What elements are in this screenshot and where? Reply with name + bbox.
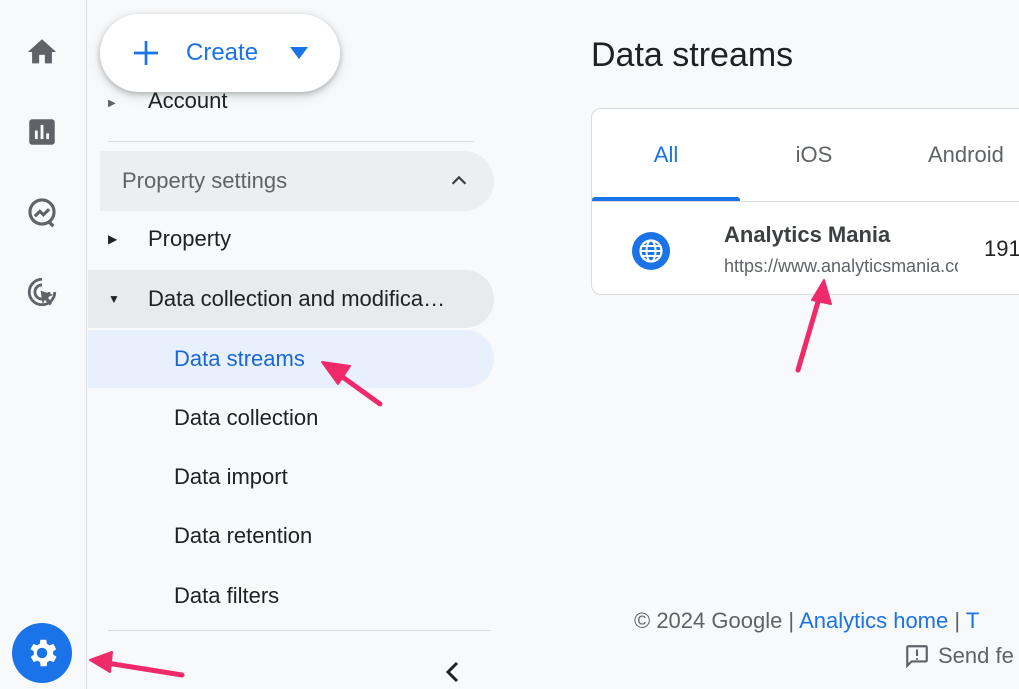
divider bbox=[108, 630, 491, 631]
property-settings-header[interactable]: Property settings bbox=[100, 151, 494, 211]
footer-separator: | bbox=[954, 608, 961, 633]
tab-ios[interactable]: iOS bbox=[740, 109, 888, 201]
active-tab-indicator bbox=[592, 197, 740, 201]
left-rail bbox=[0, 0, 87, 689]
nav-subitem-data-streams[interactable]: Data streams bbox=[88, 330, 494, 388]
chevron-down-icon bbox=[290, 47, 309, 59]
home-icon[interactable] bbox=[20, 30, 64, 74]
divider bbox=[108, 141, 474, 142]
nav-subitem-data-retention[interactable]: Data retention bbox=[88, 507, 494, 565]
create-label: Create bbox=[186, 39, 259, 66]
terms-link[interactable]: T bbox=[966, 608, 979, 633]
reports-icon[interactable] bbox=[20, 110, 64, 154]
stream-id: 191 bbox=[984, 236, 1019, 261]
stream-name: Analytics Mania bbox=[724, 222, 891, 247]
plus-icon bbox=[134, 41, 158, 65]
property-settings-label: Property settings bbox=[122, 168, 288, 193]
nav-item-label: Property bbox=[148, 226, 232, 251]
stream-row[interactable]: Analytics Mania https://www.analyticsman… bbox=[592, 202, 1019, 294]
explore-icon[interactable] bbox=[20, 190, 64, 234]
tab-all[interactable]: All bbox=[592, 109, 740, 201]
data-streams-card: All iOS Android Analytics Mania https://… bbox=[591, 108, 1019, 295]
nav-subitem-data-collection[interactable]: Data collection bbox=[88, 389, 494, 447]
copyright: © 2024 Google | bbox=[634, 608, 795, 633]
nav-item-data-collection-modification[interactable]: ▼ Data collection and modifica… bbox=[88, 270, 494, 328]
globe-icon bbox=[632, 232, 670, 270]
feedback-icon bbox=[906, 645, 928, 669]
advertising-icon[interactable] bbox=[20, 270, 64, 314]
annotation-arrow bbox=[89, 651, 185, 678]
tab-android[interactable]: Android bbox=[888, 109, 1019, 201]
caret-right-icon: ▶ bbox=[108, 232, 118, 246]
send-feedback-label: Send fe bbox=[938, 643, 1014, 668]
analytics-home-link[interactable]: Analytics home bbox=[799, 608, 948, 633]
chevron-up-icon bbox=[451, 175, 467, 185]
nav-subitem-data-filters[interactable]: Data filters bbox=[88, 567, 494, 625]
send-feedback-button[interactable]: Send fe bbox=[904, 643, 1014, 669]
admin-gear-icon[interactable] bbox=[12, 623, 72, 683]
nav-subitem-data-import[interactable]: Data import bbox=[88, 448, 494, 506]
stream-tabs: All iOS Android bbox=[592, 109, 1019, 202]
stream-url: https://www.analyticsmania.com bbox=[724, 256, 958, 276]
caret-down-icon: ▼ bbox=[108, 292, 120, 306]
collapse-nav-icon[interactable] bbox=[438, 655, 466, 689]
page-title: Data streams bbox=[591, 36, 794, 74]
expand-triangle-icon[interactable]: ▶ bbox=[108, 98, 116, 109]
nav-item-label: Data collection and modifica… bbox=[148, 286, 446, 311]
nav-item-property[interactable]: ▶ Property bbox=[88, 210, 494, 268]
create-button[interactable]: Create bbox=[100, 14, 340, 92]
footer: © 2024 Google | Analytics home | T bbox=[634, 608, 979, 634]
